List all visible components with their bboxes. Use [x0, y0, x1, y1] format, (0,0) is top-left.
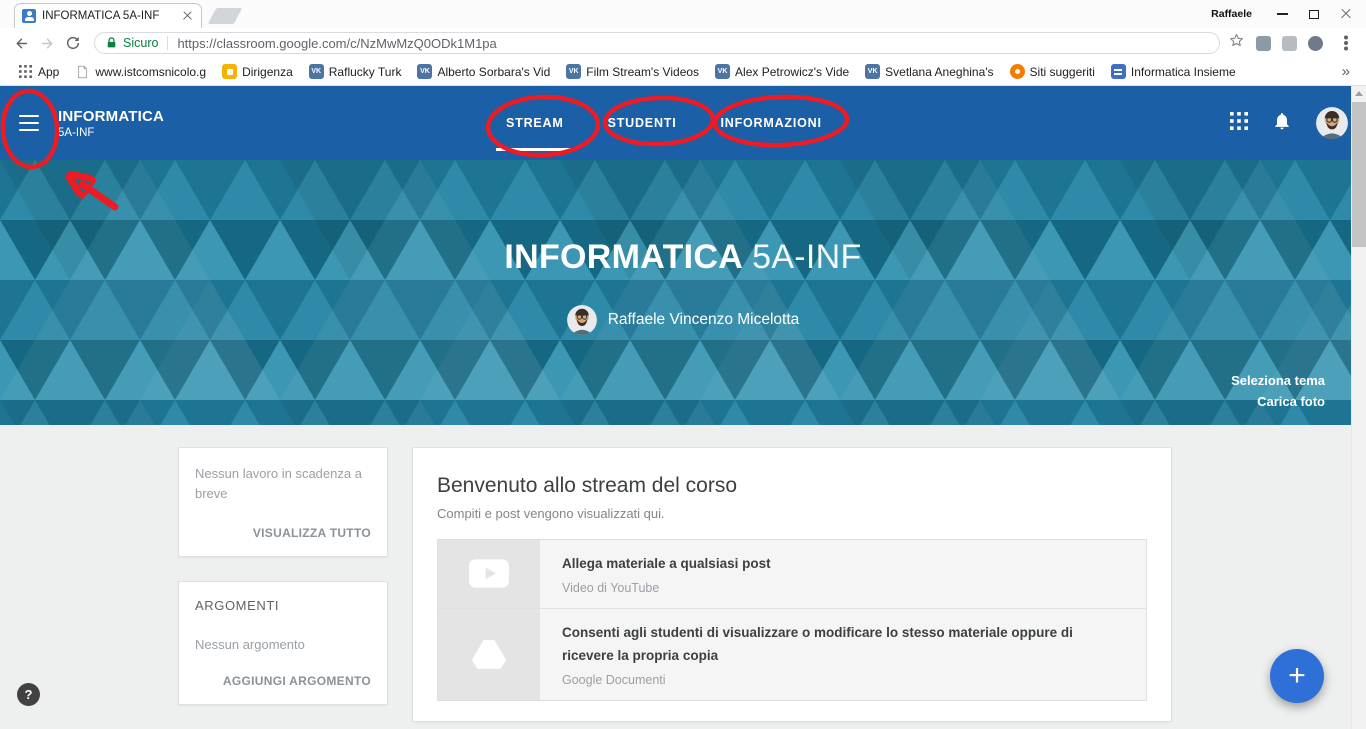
browser-titlebar: INFORMATICA 5A-INF Raffaele [0, 0, 1366, 28]
extension-icon-2[interactable] [1282, 36, 1297, 51]
bookmarks-bar: App www.istcomsnicolo.g Dirigenza VK Raf… [0, 58, 1366, 86]
banner-course-title: INFORMATICA5A-INF [0, 238, 1366, 277]
bookmark-item[interactable]: VK Alberto Sorbara's Vid [409, 64, 558, 79]
forward-icon[interactable] [34, 30, 60, 56]
course-section: 5A-INF [58, 127, 164, 139]
page-scrollbar[interactable] [1351, 86, 1366, 729]
new-tab-button[interactable] [208, 8, 243, 24]
secure-label: Sicuro [123, 36, 158, 50]
extension-icon-1[interactable] [1256, 36, 1271, 51]
view-all-link[interactable]: VISUALIZZA TUTTO [195, 526, 371, 540]
maximize-button[interactable] [1298, 0, 1330, 28]
bookmark-item[interactable]: VK Raflucky Turk [301, 64, 410, 79]
dirigenza-icon [222, 64, 237, 79]
youtube-icon [438, 540, 540, 608]
extension-icon-3[interactable] [1308, 36, 1323, 51]
create-post-fab[interactable]: + [1270, 649, 1324, 703]
bookmark-star-icon[interactable] [1228, 32, 1245, 54]
tab-stream[interactable]: STREAM [506, 86, 564, 160]
teacher-avatar [567, 305, 597, 335]
back-icon[interactable] [8, 30, 34, 56]
bookmarks-overflow-icon[interactable]: » [1336, 63, 1356, 80]
scrollbar-up-arrow[interactable] [1352, 86, 1366, 101]
bookmark-item[interactable]: Dirigenza [214, 64, 301, 79]
upcoming-work-card: Nessun lavoro in scadenza a breve VISUAL… [178, 447, 388, 557]
left-column: Nessun lavoro in scadenza a breve VISUAL… [178, 447, 388, 729]
tab-informazioni[interactable]: INFORMAZIONI [720, 86, 821, 160]
welcome-card: Benvenuto allo stream del corso Compiti … [412, 447, 1172, 722]
bookmark-item[interactable]: VK Film Stream's Videos [558, 64, 707, 79]
scrollbar-thumb[interactable] [1352, 102, 1366, 247]
bookmark-apps[interactable]: App [10, 64, 67, 79]
upcoming-work-text: Nessun lavoro in scadenza a breve [195, 464, 371, 504]
drive-icon [438, 609, 540, 700]
banner-pattern [0, 160, 1366, 425]
bookmark-item[interactable]: Informatica Insieme [1103, 64, 1244, 79]
classroom-header-actions [1230, 86, 1348, 160]
vk-icon: VK [309, 64, 324, 79]
google-apps-icon[interactable] [1230, 112, 1248, 135]
menu-hamburger-icon[interactable] [0, 86, 58, 160]
main-column: Benvenuto allo stream del corso Compiti … [412, 447, 1172, 729]
topics-card: ARGOMENTI Nessun argomento AGGIUNGI ARGO… [178, 581, 388, 705]
stream-tips-list: Allega materiale a qualsiasi post Video … [437, 539, 1147, 701]
help-button[interactable]: ? [17, 683, 40, 706]
tab-studenti[interactable]: STUDENTI [608, 86, 677, 160]
course-banner: INFORMATICA5A-INF Raffaele Vincenzo Mice… [0, 160, 1366, 425]
suggested-sites-icon [1010, 64, 1025, 79]
classroom-header: INFORMATICA 5A-INF STREAM STUDENTI INFOR… [0, 86, 1366, 160]
tip-subtitle: Google Documenti [562, 673, 1122, 687]
topics-empty-text: Nessun argomento [195, 637, 371, 652]
banner-teacher-row: Raffaele Vincenzo Micelotta [0, 305, 1366, 335]
lock-icon [105, 36, 118, 50]
apps-grid-icon [18, 64, 33, 79]
select-theme-link[interactable]: Seleziona tema [1231, 373, 1325, 388]
window-close-button[interactable] [1330, 0, 1362, 28]
vk-icon: VK [715, 64, 730, 79]
tip-subtitle: Video di YouTube [562, 581, 771, 595]
tab-title: INFORMATICA 5A-INF [42, 10, 180, 22]
welcome-title: Benvenuto allo stream del corso [437, 474, 1147, 498]
bookmark-item[interactable]: www.istcomsnicolo.g [67, 64, 214, 79]
classroom-favicon-icon [22, 9, 36, 23]
minimize-button[interactable] [1266, 0, 1298, 28]
tip-title: Consenti agli studenti di visualizzare o… [562, 622, 1122, 668]
tip-title: Allega materiale a qualsiasi post [562, 553, 771, 576]
upload-photo-link[interactable]: Carica foto [1257, 394, 1325, 409]
browser-tab[interactable]: INFORMATICA 5A-INF [14, 3, 202, 28]
notifications-bell-icon[interactable] [1272, 111, 1292, 136]
bookmark-item[interactable]: Siti suggeriti [1002, 64, 1103, 79]
welcome-subtitle: Compiti e post vengono visualizzati qui. [437, 506, 1147, 521]
teacher-name: Raffaele Vincenzo Micelotta [608, 311, 800, 329]
bookmark-item[interactable]: VK Svetlana Aneghina's [857, 64, 1001, 79]
window-controls: Raffaele [1211, 0, 1362, 28]
omnibox-divider [167, 36, 168, 50]
tip-row[interactable]: Allega materiale a qualsiasi post Video … [438, 540, 1146, 608]
banner-links: Seleziona tema Carica foto [1231, 373, 1325, 409]
page-icon [75, 64, 90, 79]
browser-menu-icon[interactable] [1344, 41, 1348, 45]
chrome-profile-name[interactable]: Raffaele [1211, 8, 1252, 20]
stream-content: Nessun lavoro in scadenza a breve VISUAL… [0, 425, 1366, 729]
topics-title: ARGOMENTI [195, 598, 371, 613]
course-name: INFORMATICA [58, 108, 164, 125]
url-text[interactable]: https://classroom.google.com/c/NzMwMzQ0O… [177, 36, 496, 51]
vk-icon: VK [865, 64, 880, 79]
classroom-tabs: STREAM STUDENTI INFORMAZIONI [506, 86, 822, 160]
bookmark-item[interactable]: VK Alex Petrowicz's Vide [707, 64, 857, 79]
course-title-block[interactable]: INFORMATICA 5A-INF [58, 108, 164, 139]
tip-row[interactable]: Consenti agli studenti di visualizzare o… [438, 608, 1146, 700]
user-avatar[interactable] [1316, 107, 1348, 139]
vk-icon: VK [417, 64, 432, 79]
tab-close-icon[interactable] [180, 9, 194, 23]
vk-icon: VK [566, 64, 581, 79]
browser-toolbar: Sicuro https://classroom.google.com/c/Nz… [0, 28, 1366, 58]
address-bar[interactable]: Sicuro https://classroom.google.com/c/Nz… [94, 32, 1220, 54]
add-topic-link[interactable]: AGGIUNGI ARGOMENTO [195, 674, 371, 688]
reload-icon[interactable] [60, 30, 86, 56]
informatica-insieme-icon [1111, 64, 1126, 79]
toolbar-right-icons [1228, 32, 1358, 54]
